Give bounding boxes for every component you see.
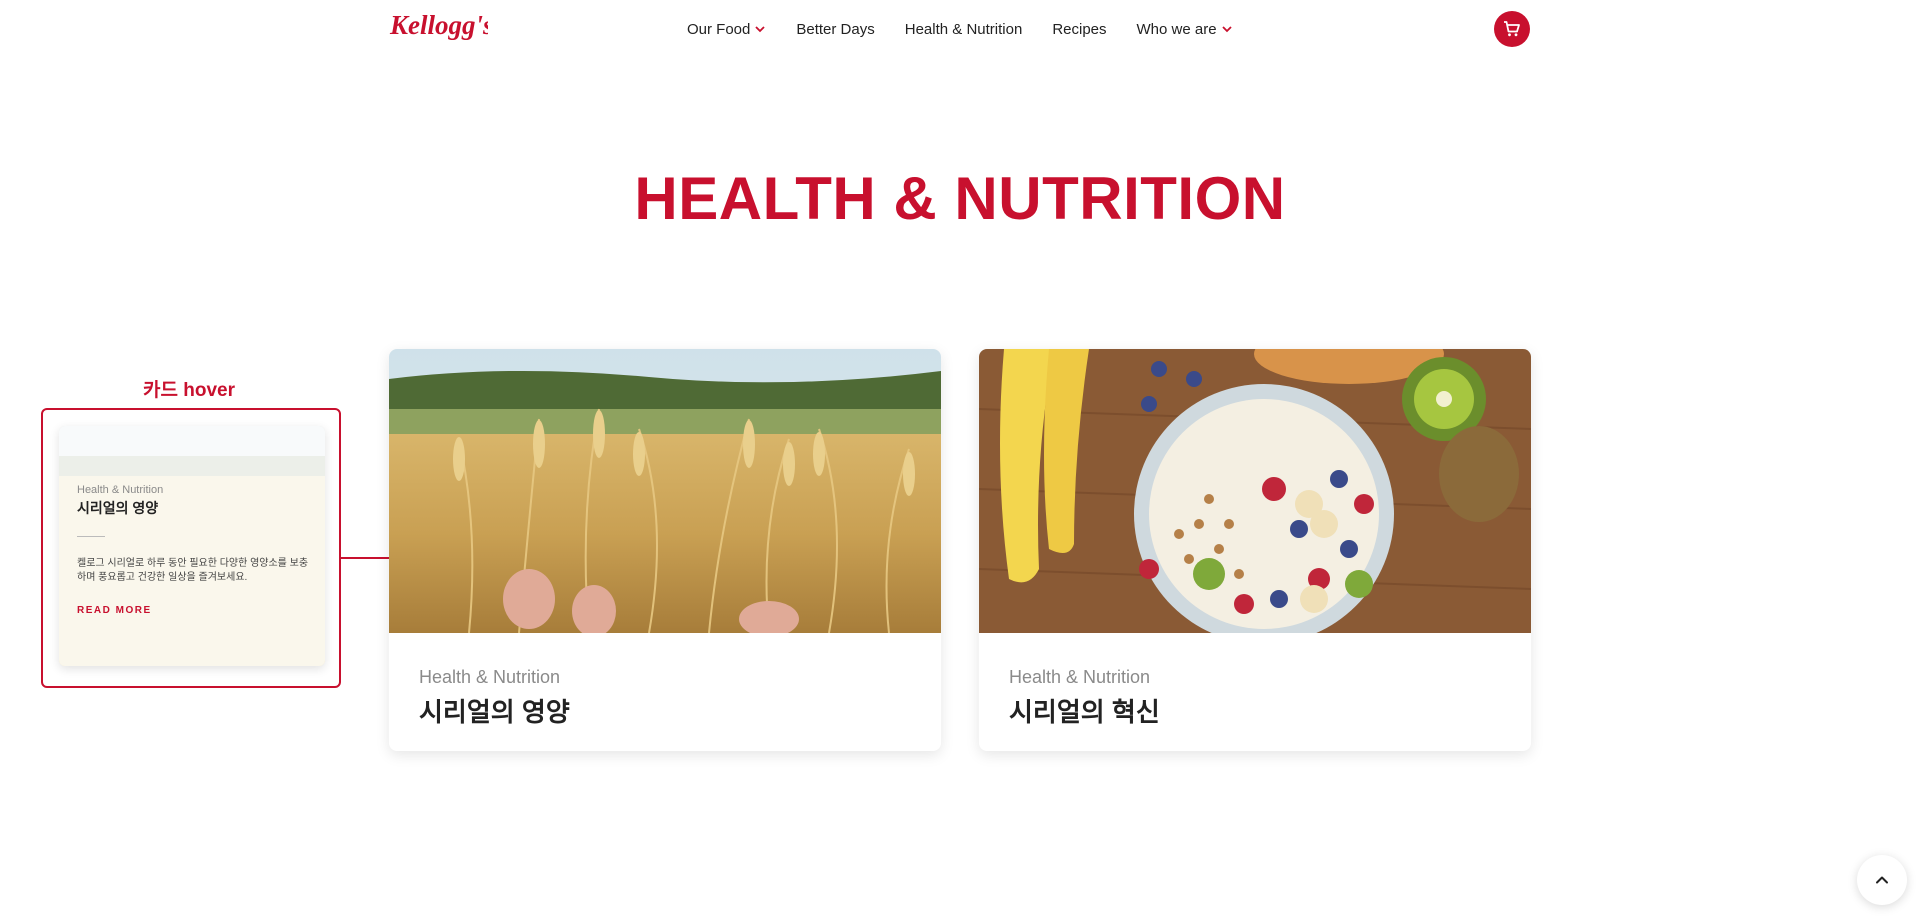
hover-annotation-label: 카드 hover <box>143 380 235 401</box>
chevron-down-icon <box>755 26 766 33</box>
card-cereal-innovation[interactable]: Health & Nutrition 시리얼의 혁신 <box>979 349 1531 751</box>
nav-item-label: Better Days <box>796 20 875 38</box>
nav-item-label: Health & Nutrition <box>904 20 1023 38</box>
main-nav: Our Food Better Days Health & Nutrition … <box>687 18 1233 40</box>
card-description: 켈로그 시리얼로 하루 동안 필요한 다양한 영양소를 보충하며 풍요롭고 건강… <box>77 558 309 583</box>
card-body: Health & Nutrition 시리얼의 영양 <box>389 633 941 751</box>
card-category: Health & Nutrition <box>419 667 561 687</box>
chevron-up-icon <box>1876 876 1888 884</box>
kelloggs-logo[interactable]: Kellogg's <box>388 8 488 44</box>
cart-button[interactable] <box>1494 11 1530 47</box>
card-body: Health & Nutrition 시리얼의 혁신 <box>979 633 1531 751</box>
nav-item-label: Who we are <box>1136 20 1217 38</box>
nav-item-recipes[interactable]: Recipes <box>1052 21 1106 38</box>
card-title: 시리얼의 혁신 <box>1009 697 1160 727</box>
read-more-link[interactable]: READ MORE <box>77 605 313 616</box>
scroll-to-top-button[interactable] <box>1857 855 1907 905</box>
hover-card-preview[interactable]: Health & Nutrition 시리얼의 영양 켈로그 시리얼로 하루 동… <box>59 426 325 666</box>
divider <box>77 536 105 537</box>
nav-item-health-nutrition[interactable]: Health & Nutrition <box>905 21 1023 38</box>
card-category: Health & Nutrition <box>77 484 164 496</box>
site-header: Kellogg's Our Food Better Days Health & … <box>0 0 1920 58</box>
cereal-bowl-fruit-photo <box>979 349 1531 633</box>
nav-item-label: Recipes <box>1052 20 1107 38</box>
nav-item-who-we-are[interactable]: Who we are <box>1137 21 1233 38</box>
svg-text:Kellogg's: Kellogg's <box>389 10 488 40</box>
wheat-field-photo <box>389 349 941 633</box>
hover-annotation-frame: Health & Nutrition 시리얼의 영양 켈로그 시리얼로 하루 동… <box>41 408 341 688</box>
card-category: Health & Nutrition <box>1009 667 1151 687</box>
page-title: HEALTH & NUTRITION <box>634 165 1286 232</box>
cart-icon <box>1504 21 1520 37</box>
card-title: 시리얼의 영양 <box>77 500 159 516</box>
card-title: 시리얼의 영양 <box>419 697 570 727</box>
nav-item-better-days[interactable]: Better Days <box>796 21 874 38</box>
hover-card-content: Health & Nutrition 시리얼의 영양 켈로그 시리얼로 하루 동… <box>77 484 313 616</box>
nav-item-our-food[interactable]: Our Food <box>687 21 766 38</box>
card-cereal-nutrition[interactable]: Health & Nutrition 시리얼의 영양 <box>389 349 941 751</box>
nav-item-label: Our Food <box>687 20 751 38</box>
chevron-down-icon <box>1221 26 1232 33</box>
